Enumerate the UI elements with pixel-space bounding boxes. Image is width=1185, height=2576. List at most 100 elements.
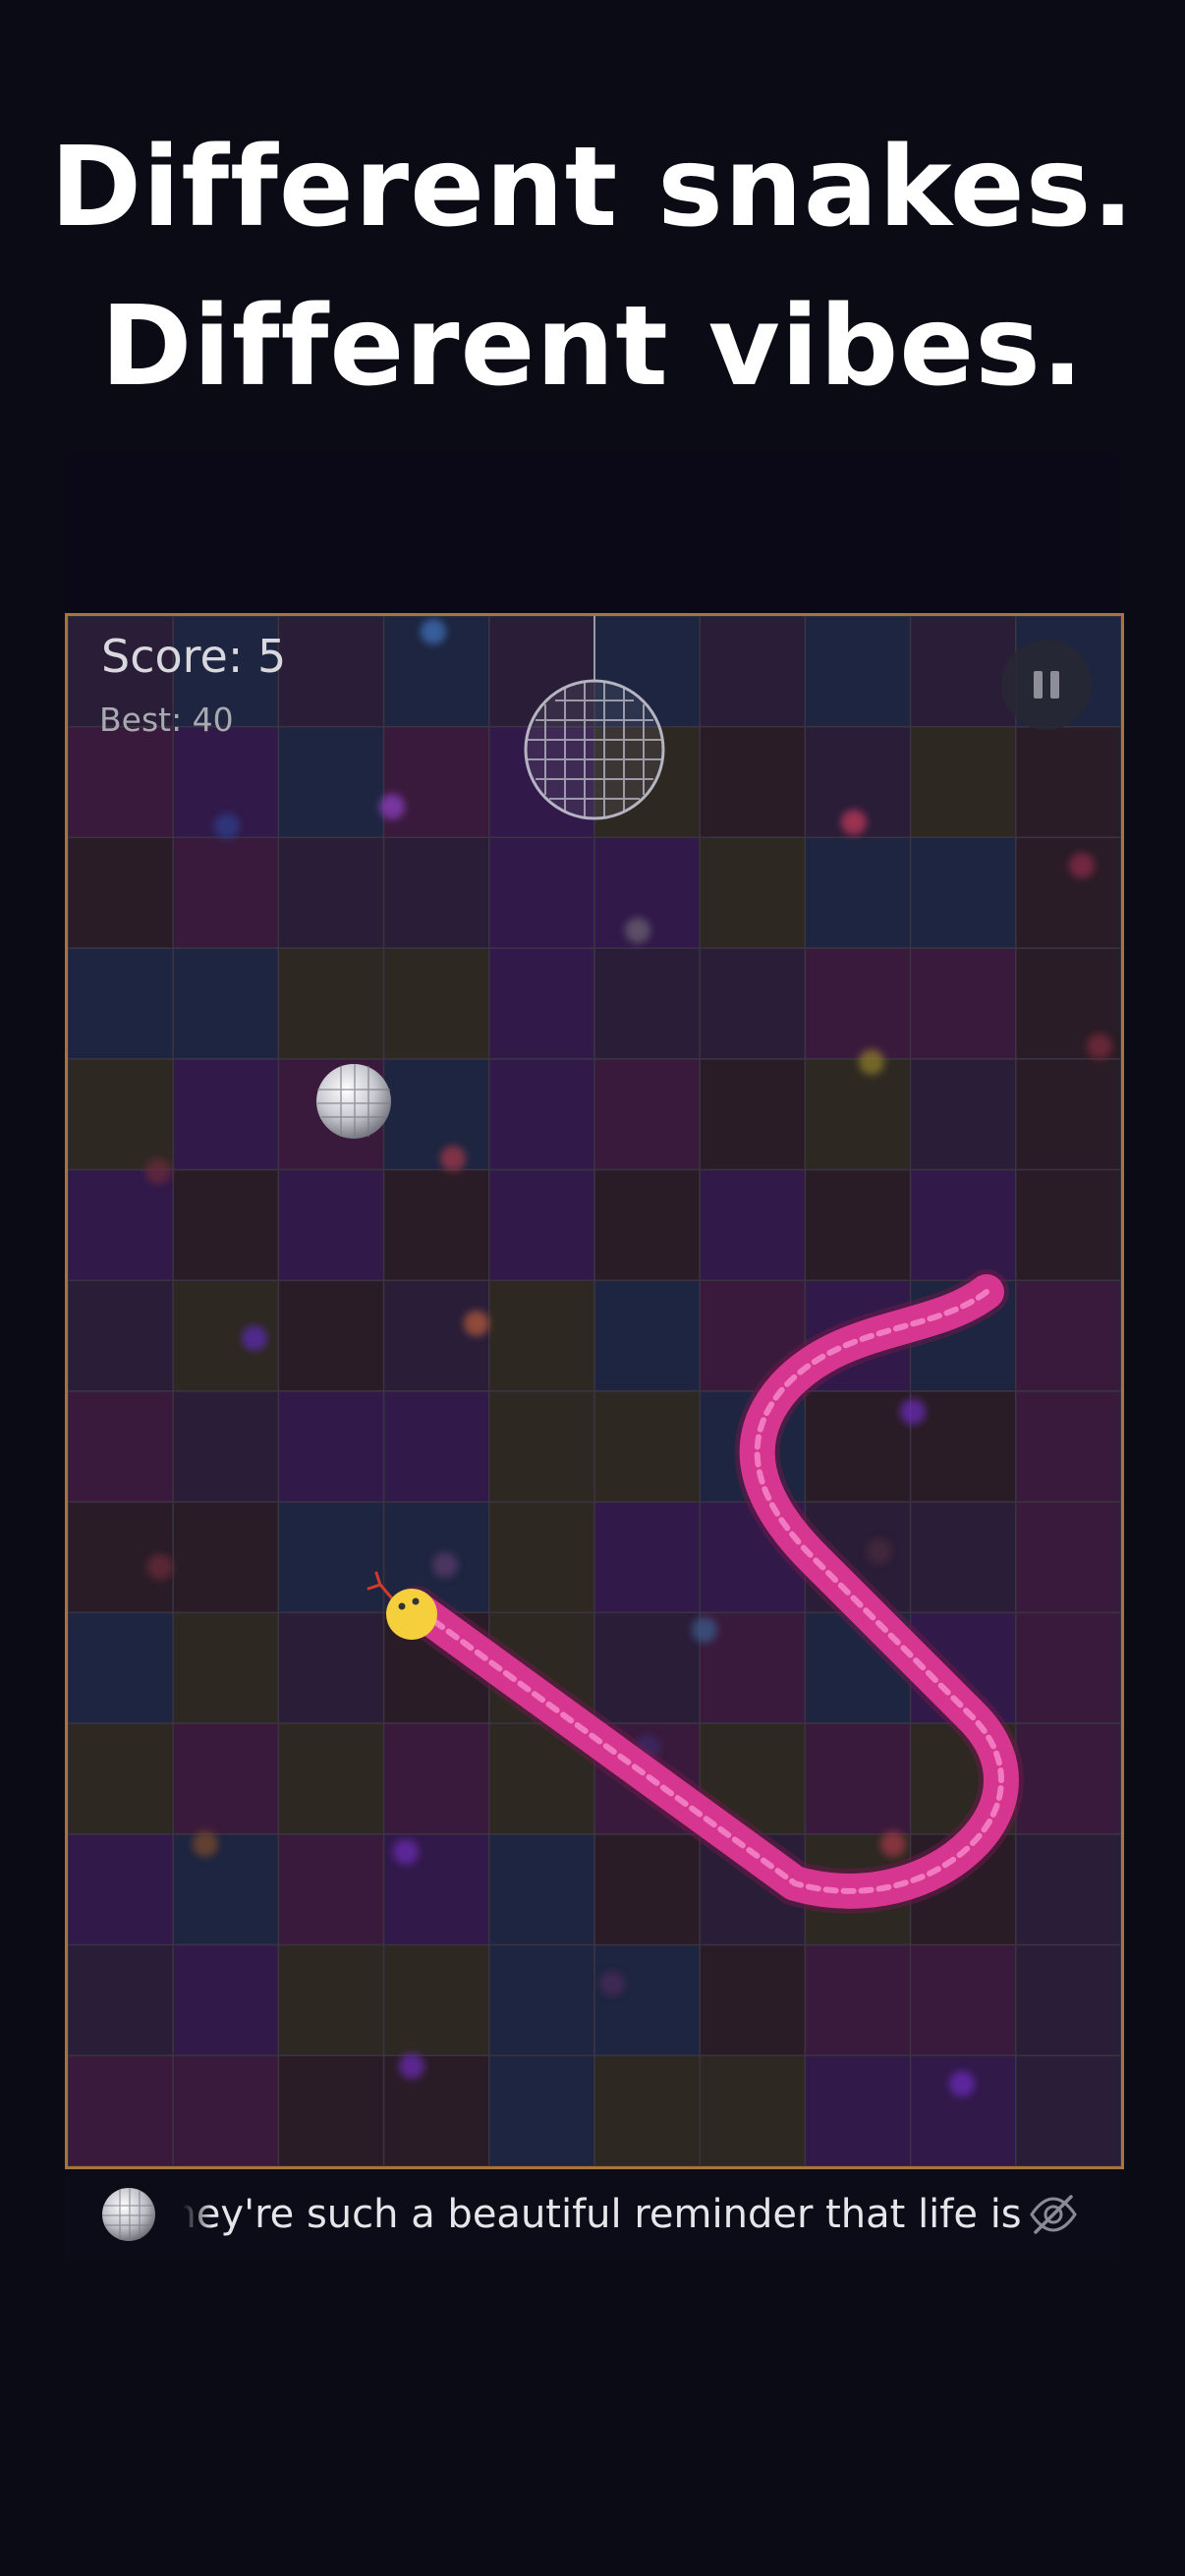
floor-tile <box>1015 1722 1121 1835</box>
board-canvas <box>68 616 1121 2166</box>
floor-tile <box>172 1943 280 2057</box>
floor-tile <box>1015 1168 1121 1282</box>
floor-tile <box>593 1500 701 1614</box>
floor-tile <box>277 1611 385 1724</box>
floor-tile <box>909 616 1017 728</box>
floor-tile <box>1015 725 1121 839</box>
floor-tile <box>488 947 595 1060</box>
floor-tile <box>488 836 595 949</box>
disco-light-dot <box>440 1146 466 1171</box>
quote-ticker: They're such a beautiful reminder that l… <box>65 2171 1120 2258</box>
floor-tile <box>804 1390 912 1503</box>
floor-tile <box>804 1058 912 1171</box>
floor-tile <box>172 1500 280 1614</box>
floor-tile <box>68 836 174 949</box>
floor-tile <box>804 2054 912 2166</box>
floor-tile <box>1015 1833 1121 1946</box>
floor-tile <box>172 836 280 949</box>
floor-tile <box>382 1722 490 1835</box>
floor-tile <box>488 1833 595 1946</box>
floor-tile <box>382 1390 490 1503</box>
floor-tile <box>382 1279 490 1392</box>
disco-light-dot <box>1069 853 1095 878</box>
floor-tile <box>593 947 701 1060</box>
game-board[interactable]: Score: 5 Best: 40 <box>65 613 1124 2169</box>
floor-tile <box>172 1168 280 1282</box>
best-score-label: Best: 40 <box>99 700 234 739</box>
floor-tile <box>699 836 807 949</box>
floor-tile <box>593 1833 701 1946</box>
floor-tile <box>68 1279 174 1392</box>
floor-tile <box>909 1058 1017 1171</box>
floor-tile <box>804 836 912 949</box>
floor-tile <box>68 1833 174 1946</box>
floor-tile <box>172 1390 280 1503</box>
floor-tile <box>699 947 807 1060</box>
disco-light-dot <box>242 1325 267 1351</box>
floor-tile <box>382 1058 490 1171</box>
floor-tile <box>804 1168 912 1282</box>
floor-tile <box>1015 1611 1121 1724</box>
floor-tile <box>277 1390 385 1503</box>
floor-tile <box>382 1168 490 1282</box>
floor-tile <box>593 1943 701 2057</box>
floor-tile <box>909 1943 1017 2057</box>
pause-icon <box>1034 671 1043 699</box>
floor-tile <box>593 1611 701 1724</box>
floor-tile <box>68 1722 174 1835</box>
disco-light-dot <box>949 2071 975 2097</box>
floor-tile <box>593 2054 701 2166</box>
floor-tile <box>382 2054 490 2166</box>
floor-tile <box>1015 836 1121 949</box>
floor-tile <box>909 947 1017 1060</box>
disco-light-dot <box>1087 1034 1112 1059</box>
floor-tile <box>699 2054 807 2166</box>
disco-light-dot <box>599 1971 625 1996</box>
floor-tile <box>593 1168 701 1282</box>
disco-light-dot <box>145 1158 171 1184</box>
disco-light-dot <box>421 619 446 644</box>
floor-tile <box>277 725 385 839</box>
floor-tile <box>1015 1943 1121 2057</box>
disco-light-dot <box>193 1831 218 1857</box>
score-label: Score: 5 <box>101 630 287 683</box>
floor-tile <box>172 1722 280 1835</box>
game-top-band <box>65 450 1120 613</box>
floor-tile <box>804 616 912 728</box>
disco-light-dot <box>432 1552 458 1578</box>
floor-tile <box>382 947 490 1060</box>
disco-ball-icon <box>102 2188 155 2241</box>
floor-tile <box>172 1611 280 1724</box>
floor-tile <box>593 1279 701 1392</box>
floor-tile <box>68 1611 174 1724</box>
floor-tile <box>909 725 1017 839</box>
floor-tile <box>909 1168 1017 1282</box>
food-disco-ball-icon <box>316 1064 391 1139</box>
floor-tile <box>488 1500 595 1614</box>
disco-light-dot <box>399 2053 424 2079</box>
floor-tile <box>1015 1279 1121 1392</box>
floor-tile <box>804 1722 912 1835</box>
floor-tile <box>277 836 385 949</box>
floor-tile <box>277 947 385 1060</box>
floor-tile <box>172 947 280 1060</box>
pause-button[interactable] <box>1001 640 1092 730</box>
floor-tile <box>488 1390 595 1503</box>
disco-light-dot <box>867 1539 892 1564</box>
headline-line-1: Different snakes. <box>50 124 1135 252</box>
floor-tile <box>172 1058 280 1171</box>
disco-light-dot <box>625 918 650 943</box>
disco-light-dot <box>147 1554 173 1580</box>
floor-tile <box>277 1833 385 1946</box>
floor-tile <box>488 1058 595 1171</box>
floor-tile <box>277 1279 385 1392</box>
floor-tile <box>699 1168 807 1282</box>
disco-light-dot <box>464 1311 489 1336</box>
floor-tile <box>382 725 490 839</box>
floor-tile <box>1015 1058 1121 1171</box>
headline-line-2: Different vibes. <box>100 283 1085 411</box>
eye-slash-icon[interactable] <box>1026 2189 1081 2240</box>
floor-tile <box>382 836 490 949</box>
floor-tile <box>172 2054 280 2166</box>
disco-light-dot <box>900 1399 926 1425</box>
